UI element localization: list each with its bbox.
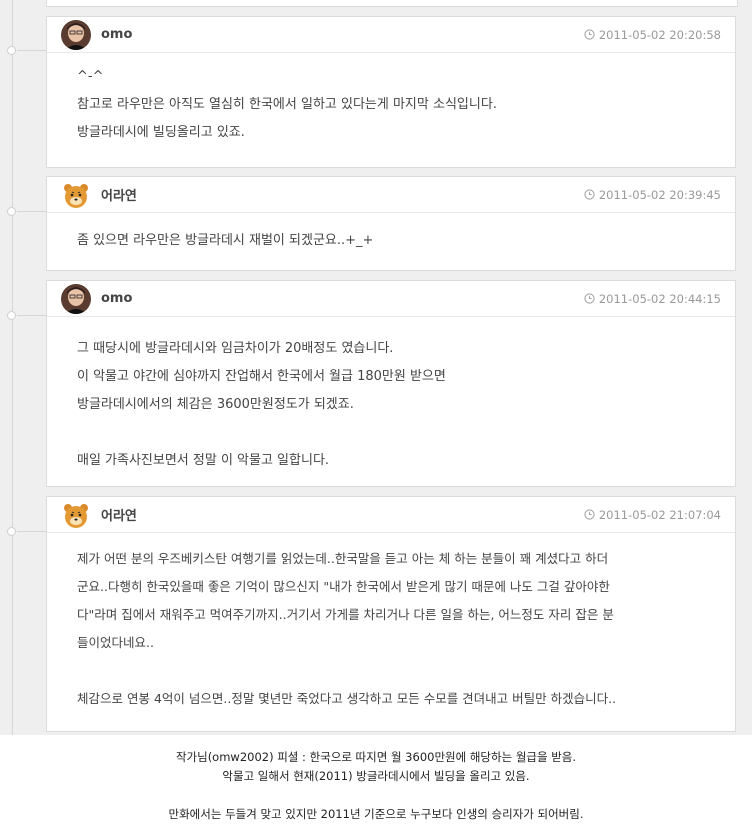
- timeline-connector: [17, 315, 46, 316]
- comment-header: 어라연 2011-05-02 21:07:04: [47, 497, 735, 533]
- clock-icon: [584, 509, 595, 520]
- comment-line: 좀 있으면 라우만은 방글라데시 재벌이 되겠군요..+_+: [77, 233, 374, 248]
- comment-author[interactable]: 어라연: [101, 185, 137, 204]
- comment-author[interactable]: omo: [101, 291, 132, 306]
- caption-notes: 작가님(omw2002) 피셜 : 한국으로 따지면 월 3600만원에 해당하…: [0, 748, 752, 824]
- comment-author[interactable]: omo: [101, 27, 132, 42]
- comment-line: 이 악물고 야간에 심야까지 잔업해서 한국에서 월급 180만원 받으면: [77, 369, 446, 384]
- clock-icon: [584, 189, 595, 200]
- bear-avatar-icon[interactable]: [61, 499, 91, 530]
- comment-date: 2011-05-02 20:20:58: [584, 28, 721, 42]
- comment-body: 그 때당시에 방글라데시와 임금차이가 20배정도 였습니다. 이 악물고 야간…: [47, 317, 735, 489]
- person-avatar-icon[interactable]: [61, 19, 91, 50]
- comment-line: ^-^: [77, 69, 104, 84]
- comment-header: omo 2011-05-02 20:44:15: [47, 281, 735, 317]
- caption-line: 만화에서는 두들겨 맞고 있지만 2011년 기준으로 누구보다 인생의 승리자…: [168, 807, 584, 821]
- comment-card: 어라연 2011-05-02 20:39:45 좀 있으면 라우만은 방글라데시…: [46, 176, 736, 271]
- comment-body: 좀 있으면 라우만은 방글라데시 재벌이 되겠군요..+_+: [47, 213, 735, 269]
- comment-line: 방글라데시에 빌딩올리고 있죠.: [77, 125, 245, 140]
- comment-date: 2011-05-02 21:07:04: [584, 508, 721, 522]
- timeline-line: [12, 0, 13, 735]
- comment-line: [77, 657, 705, 685]
- comment-line: 체감으로 연봉 4억이 넘으면..정말 몇년만 죽었다고 생각하고 모든 수모를…: [77, 691, 617, 706]
- comment-line: 그 때당시에 방글라데시와 임금차이가 20배정도 였습니다.: [77, 341, 394, 356]
- caption-line: 악물고 일해서 현재(2011) 방글라데시에서 빌딩을 올리고 있음.: [222, 769, 530, 783]
- comment-line: 참고로 라우만은 아직도 열심히 한국에서 일하고 있다는게 마지막 소식입니다…: [77, 97, 497, 112]
- comment-body: 제가 어떤 분의 우즈베키스탄 여행기를 읽었는데..한국말을 듣고 아는 체 …: [47, 533, 735, 727]
- comment-thread: omo 2011-05-02 20:20:58 ^-^ 참고로 라우만은 아직도…: [0, 0, 752, 735]
- timeline-node: [7, 311, 16, 320]
- timeline-connector: [17, 531, 46, 532]
- comment-card: omo 2011-05-02 20:20:58 ^-^ 참고로 라우만은 아직도…: [46, 16, 736, 168]
- person-avatar-icon[interactable]: [61, 283, 91, 314]
- comment-header: omo 2011-05-02 20:20:58: [47, 17, 735, 53]
- comment-card: omo 2011-05-02 20:44:15 그 때당시에 방글라데시와 임금…: [46, 280, 736, 487]
- comment-line: [77, 419, 705, 447]
- comment-line: 방글라데시에서의 체감은 3600만원정도가 되겠죠.: [77, 397, 354, 412]
- comment-author[interactable]: 어라연: [101, 505, 137, 524]
- clock-icon: [584, 29, 595, 40]
- comment-line: 제가 어떤 분의 우즈베키스탄 여행기를 읽었는데..한국말을 듣고 아는 체 …: [77, 551, 609, 566]
- comment-date-text: 2011-05-02 20:39:45: [598, 187, 721, 202]
- comment-date-text: 2011-05-02 20:20:58: [598, 27, 721, 42]
- comment-line: 군요..다행히 한국있을때 좋은 기억이 많으신지 "내가 한국에서 받은게 많…: [77, 579, 610, 594]
- caption-line: [0, 786, 752, 805]
- caption-line: 작가님(omw2002) 피셜 : 한국으로 따지면 월 3600만원에 해당하…: [175, 750, 577, 764]
- clock-icon: [584, 293, 595, 304]
- comment-header: 어라연 2011-05-02 20:39:45: [47, 177, 735, 213]
- timeline-node: [7, 527, 16, 536]
- comment-date-text: 2011-05-02 20:44:15: [598, 291, 721, 306]
- comment-date-text: 2011-05-02 21:07:04: [598, 507, 721, 522]
- comment-date: 2011-05-02 20:39:45: [584, 188, 721, 202]
- comment-date: 2011-05-02 20:44:15: [584, 292, 721, 306]
- comment-line: 들이었다네요..: [77, 635, 154, 650]
- timeline-node: [7, 46, 16, 55]
- comment-line: 다"라며 집에서 재워주고 먹여주기까지..거기서 가게를 차리거나 다른 일을…: [77, 607, 614, 622]
- timeline-node: [7, 207, 16, 216]
- comment-body: ^-^ 참고로 라우만은 아직도 열심히 한국에서 일하고 있다는게 마지막 소…: [47, 53, 735, 161]
- comment-line: 매일 가족사진보면서 정말 이 악물고 일합니다.: [77, 453, 330, 468]
- timeline-connector: [17, 211, 46, 212]
- previous-comment-edge: [46, 0, 738, 7]
- timeline-connector: [17, 50, 46, 51]
- comment-card: 어라연 2011-05-02 21:07:04 제가 어떤 분의 우즈베키스탄 …: [46, 496, 736, 732]
- bear-avatar-icon[interactable]: [61, 179, 91, 210]
